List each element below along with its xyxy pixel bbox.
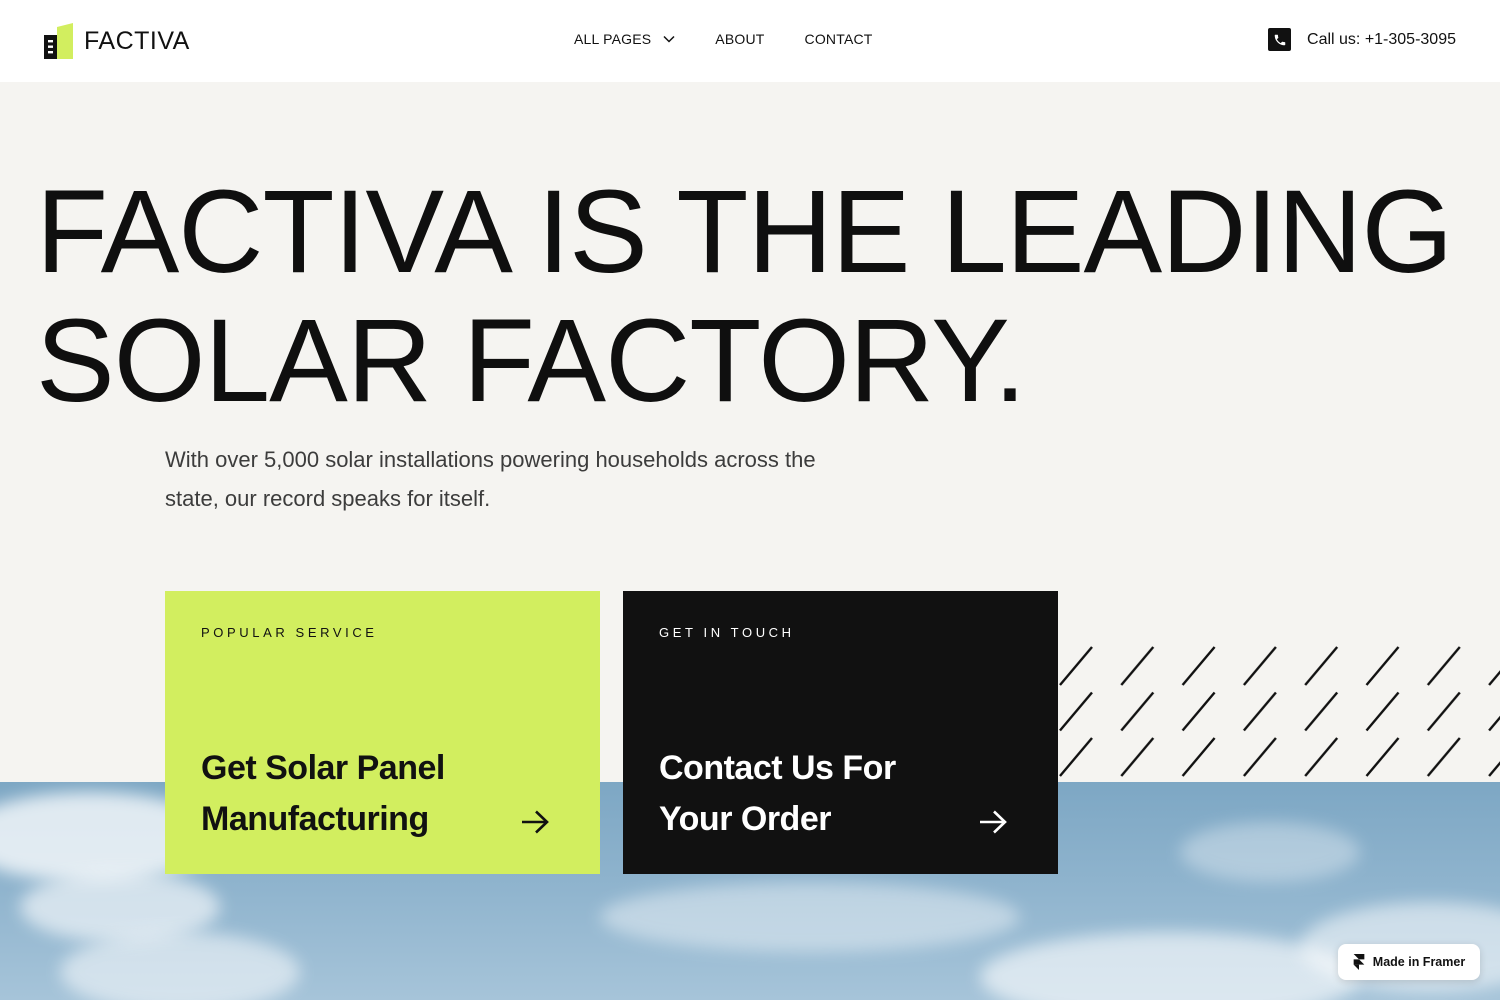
- logo-text: FACTIVA: [84, 26, 190, 55]
- chevron-down-icon: [663, 35, 675, 43]
- nav-about-label: ABOUT: [715, 31, 765, 47]
- framer-icon: [1353, 954, 1365, 970]
- nav-about[interactable]: ABOUT: [715, 31, 764, 47]
- nav-all-pages-label: ALL PAGES: [574, 31, 652, 47]
- arrow-right-icon[interactable]: [978, 809, 1008, 835]
- nav-contact-label: CONTACT: [804, 31, 873, 47]
- made-in-framer-label: Made in Framer: [1372, 955, 1466, 969]
- arrow-right-icon[interactable]: [520, 809, 550, 835]
- get-in-touch-label: GET IN TOUCH: [659, 625, 795, 640]
- hero-headline-line-2: SOLAR FACTORY.: [36, 295, 1026, 427]
- popular-service-title-line-2: Manufacturing: [201, 800, 429, 838]
- main-nav: ALL PAGES ABOUT CONTACT: [574, 31, 873, 47]
- diagonal-stripe-pattern: [1058, 645, 1500, 782]
- get-in-touch-title: Contact Us For Your Order: [659, 743, 896, 845]
- site-header: FACTIVA ALL PAGES ABOUT CONTACT Call us:…: [0, 0, 1500, 82]
- get-in-touch-title-line-1: Contact Us For: [659, 749, 896, 787]
- popular-service-title: Get Solar Panel Manufacturing: [201, 743, 445, 845]
- hero-subtext: With over 5,000 solar installations powe…: [165, 447, 816, 511]
- phone-icon: [1268, 28, 1292, 51]
- popular-service-label: POPULAR SERVICE: [201, 625, 378, 640]
- get-in-touch-card[interactable]: GET IN TOUCH Contact Us For Your Order: [623, 591, 1058, 874]
- made-in-framer-badge[interactable]: Made in Framer: [1338, 944, 1480, 980]
- nav-all-pages[interactable]: ALL PAGES: [574, 31, 675, 47]
- building-logo-icon: [44, 23, 73, 59]
- call-us-link[interactable]: Call us: +1-305-3095: [1268, 28, 1456, 51]
- nav-contact[interactable]: CONTACT: [805, 31, 873, 47]
- phone-number: Call us: +1-305-3095: [1307, 30, 1456, 48]
- hero-headline-line-1: FACTIVA IS THE LEADING: [36, 166, 1453, 298]
- hero-headline: FACTIVA IS THE LEADING SOLAR FACTORY.: [36, 166, 1453, 427]
- popular-service-card[interactable]: POPULAR SERVICE Get Solar Panel Manufact…: [165, 591, 600, 874]
- popular-service-title-line-1: Get Solar Panel: [201, 749, 445, 787]
- logo[interactable]: FACTIVA: [44, 22, 190, 60]
- get-in-touch-title-line-2: Your Order: [659, 800, 831, 838]
